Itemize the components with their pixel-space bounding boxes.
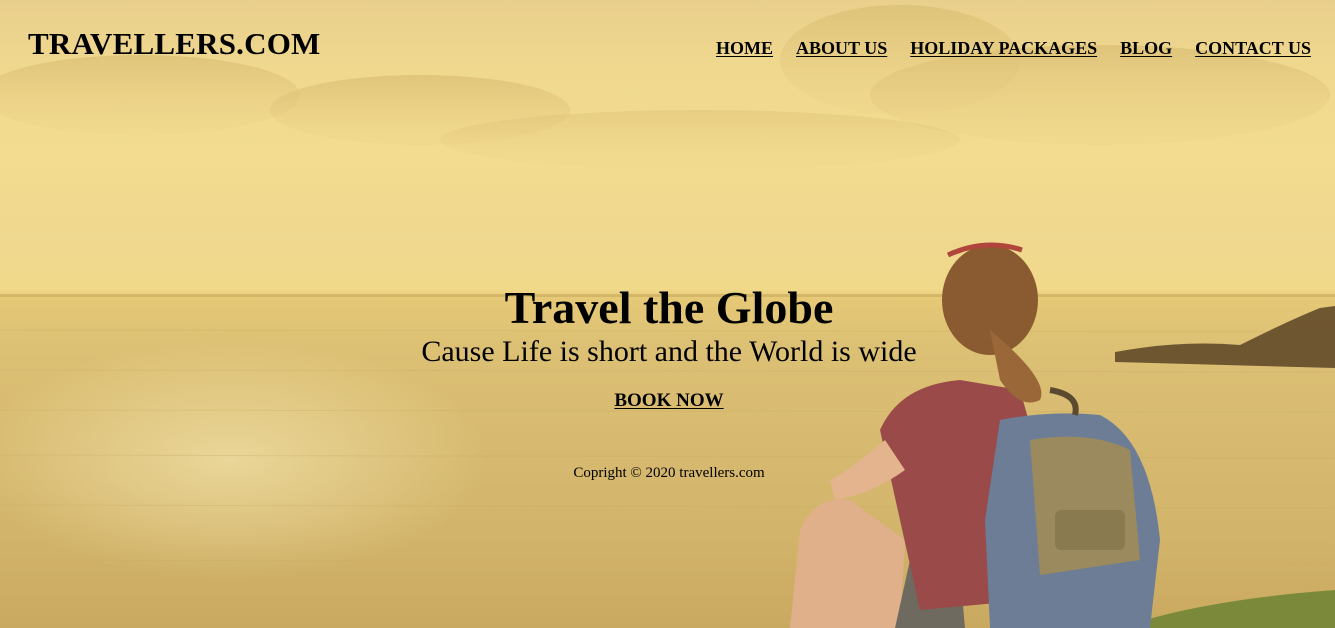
site-logo[interactable]: TRAVELLERS.COM	[28, 26, 321, 62]
nav-home-link[interactable]: HOME	[716, 37, 773, 59]
nav-holiday-packages-link[interactable]: HOLIDAY PACKAGES	[910, 37, 1097, 59]
nav-blog-link[interactable]: BLOG	[1120, 37, 1172, 59]
main-nav: HOME ABOUT US HOLIDAY PACKAGES BLOG CONT…	[716, 37, 1311, 59]
hero-content: Travel the Globe Cause Life is short and…	[0, 282, 1335, 482]
hero-title: Travel the Globe	[504, 282, 834, 333]
nav-contact-us-link[interactable]: CONTACT US	[1195, 37, 1311, 59]
nav-about-us-link[interactable]: ABOUT US	[796, 37, 887, 59]
footer-copyright: Copright © 2020 travellers.com	[573, 465, 765, 481]
hero-subtitle: Cause Life is short and the World is wid…	[421, 335, 917, 368]
book-now-button[interactable]: BOOK NOW	[614, 390, 723, 412]
